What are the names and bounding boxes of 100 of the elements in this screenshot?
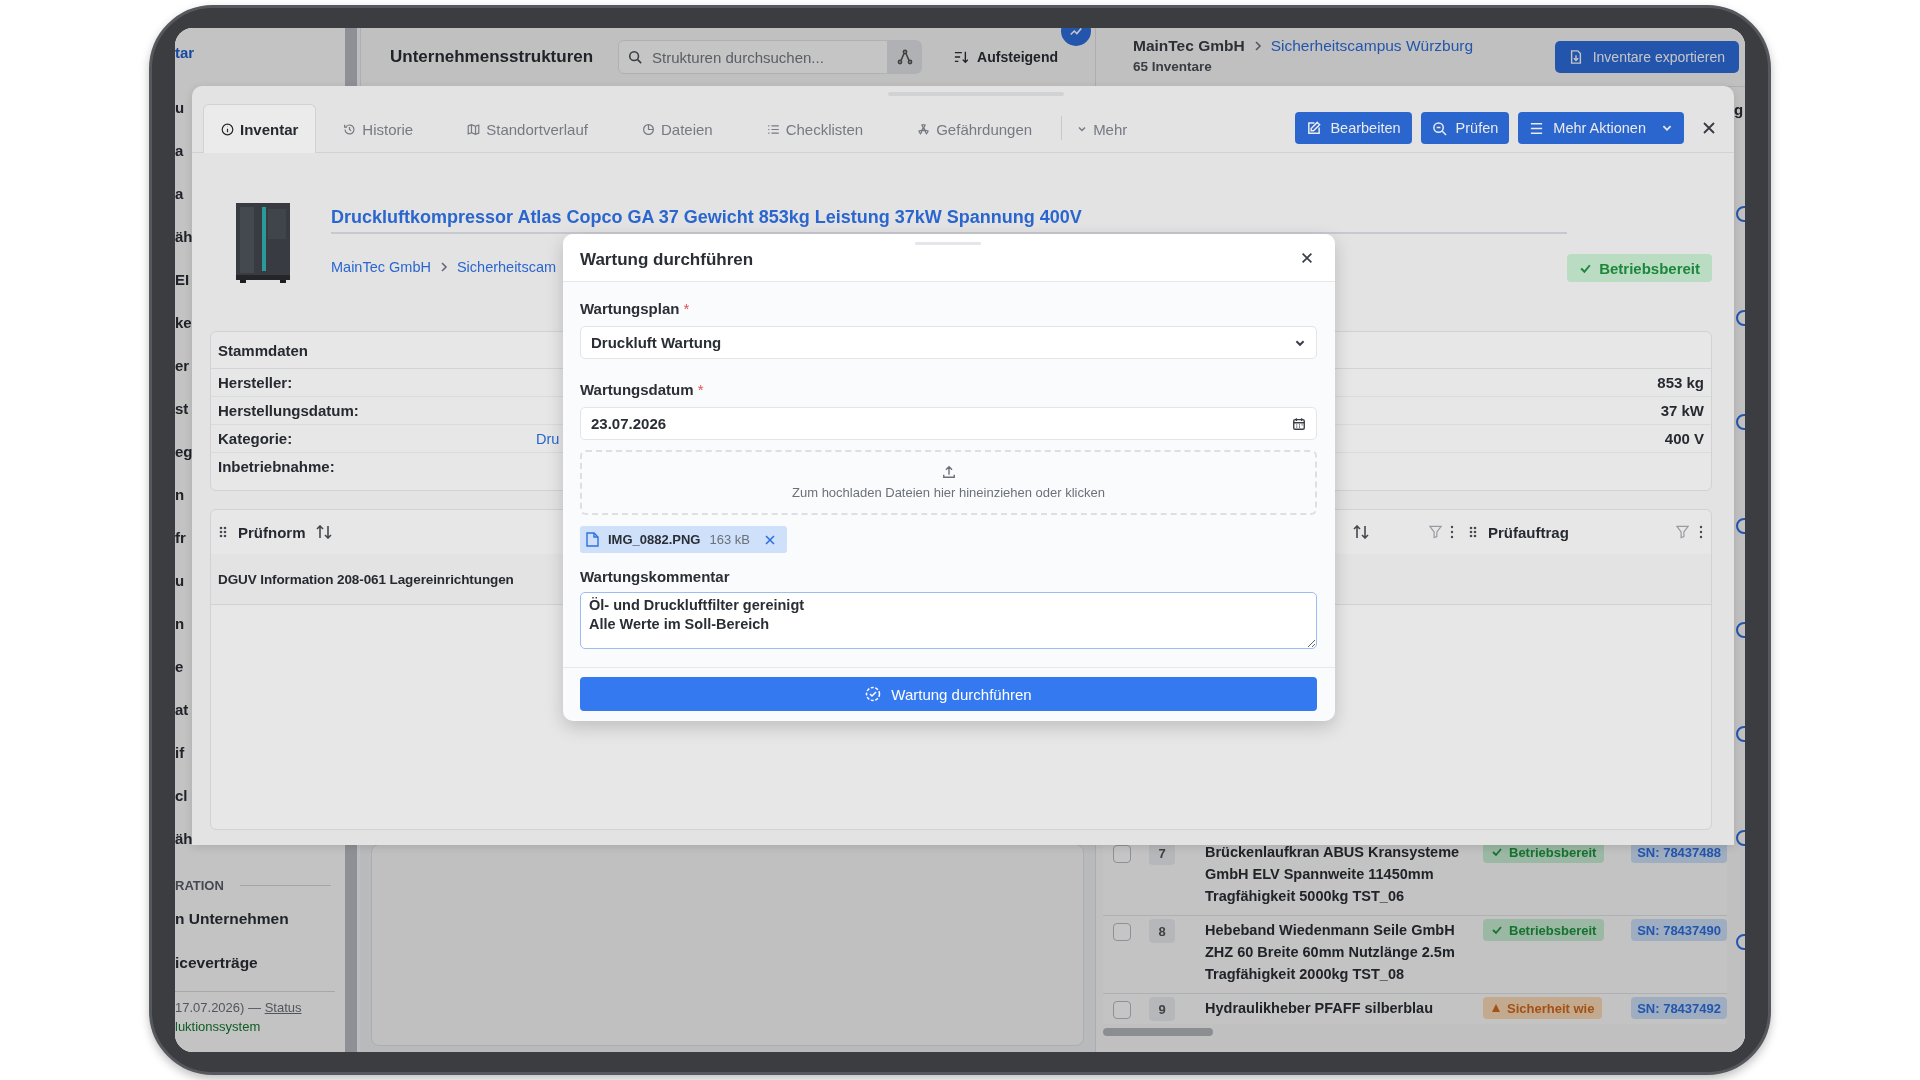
tab[interactable]: Historie: [316, 104, 441, 153]
serial-badge: SN: 78437490: [1631, 919, 1727, 941]
card-title: Stammdaten: [218, 341, 309, 359]
field-value: 400 V: [1664, 430, 1704, 447]
sidebar-item[interactable]: u: [175, 86, 185, 129]
field-value: 37 kW: [1660, 402, 1704, 419]
sidebar-item[interactable]: äh: [175, 215, 193, 258]
section-label: RATION: [175, 877, 224, 893]
date-field[interactable]: 23.07.2026: [580, 407, 1317, 440]
info-icon: [221, 122, 234, 136]
file-name: IMG_0882.PNG: [608, 532, 701, 547]
kebab-icon[interactable]: [1699, 525, 1703, 539]
sidebar-item[interactable]: if: [175, 731, 185, 774]
breadcrumb-link[interactable]: MainTec GmbH: [331, 259, 431, 275]
warning-icon: [1491, 1003, 1501, 1013]
sort-button[interactable]: Aufsteigend: [952, 45, 1060, 69]
row-checkbox[interactable]: [1113, 923, 1131, 941]
pie-icon: [641, 122, 655, 136]
sidebar-item[interactable]: fr: [175, 516, 186, 559]
status-badge: Sicherheit wie: [1483, 997, 1603, 1019]
edit-button[interactable]: Bearbeiten: [1295, 112, 1412, 144]
sidebar-item[interactable]: n: [175, 473, 185, 516]
search-icon: [1431, 120, 1447, 136]
column-heading: g: [1734, 100, 1745, 120]
inventory-name: Brückenlaufkran ABUS Kransysteme GmbH ELV Spannweite 11450mm Tragfähigkeit 5000kg TST_06: [1205, 843, 1461, 906]
file-icon: [1568, 50, 1583, 64]
sort-icon: [954, 50, 969, 64]
file-icon: [586, 532, 599, 547]
upload-icon: [941, 465, 956, 479]
field-label: Kategorie:: [218, 430, 294, 447]
column-header[interactable]: Prüfauftrag: [1488, 523, 1569, 541]
file-size: 163 kB: [709, 532, 750, 547]
search-field[interactable]: Strukturen durchsuchen...: [618, 40, 889, 74]
submit-button[interactable]: Wartung durchführen: [580, 677, 1317, 711]
sidebar-item[interactable]: n: [175, 602, 185, 645]
check-icon: [1491, 924, 1503, 936]
chevron-right-icon: [438, 262, 449, 272]
tab[interactable]: Inventar: [203, 104, 317, 153]
calendar-icon[interactable]: [1292, 416, 1306, 431]
sidebar-item[interactable]: eg: [175, 430, 193, 473]
location-link[interactable]: Sicherheitscampus Würzburg: [1270, 36, 1474, 55]
field-label: Inbetriebnahme:: [218, 458, 336, 475]
sidebar-item[interactable]: ke: [175, 301, 192, 344]
sidebar-item[interactable]: a: [175, 172, 184, 215]
sidebar-link[interactable]: tar: [175, 43, 195, 63]
drag-icon[interactable]: [1468, 525, 1478, 539]
sidebar-item[interactable]: äh: [175, 817, 193, 860]
breadcrumb-link[interactable]: Sicherheitscam: [456, 259, 557, 275]
status-link[interactable]: Status: [264, 1000, 302, 1015]
plan-select[interactable]: Druckluft Wartung: [580, 326, 1317, 359]
field-label: Herstellungsdatum:: [218, 402, 360, 419]
check-circle-icon: [865, 686, 882, 702]
menu-icon: [1529, 120, 1545, 136]
network-icon: [897, 49, 914, 65]
hazard-icon: [917, 122, 931, 136]
close-icon: [1300, 250, 1314, 265]
company-name: MainTec GmbH: [1133, 36, 1245, 55]
sidebar-item[interactable]: e: [175, 645, 184, 688]
field-label: Wartungsdatum *: [580, 380, 704, 400]
more-actions-button[interactable]: Mehr Aktionen: [1518, 112, 1684, 144]
drag-icon[interactable]: [218, 525, 228, 539]
sidebar-item[interactable]: a: [175, 129, 184, 172]
sidebar-item[interactable]: st: [175, 387, 189, 430]
sidebar-item[interactable]: iceverträge: [175, 941, 258, 985]
upload-dropzone[interactable]: Zum hochladen Dateien hier hineinziehen oder klicken: [580, 450, 1317, 515]
close-icon: [1701, 120, 1717, 136]
inventory-name: Hebeband Wiedenmann Seile GmbH ZHZ 60 Breite 60mm Nutzlänge 2.5m Tragfähigkeit 2000kg TST_08: [1205, 921, 1456, 984]
category-link[interactable]: Dru: [536, 431, 560, 447]
comment-field[interactable]: Öl- und Druckluftfilter gereinigt Alle Werte im Soll-Bereich: [580, 592, 1317, 649]
sidebar-item[interactable]: at: [175, 688, 189, 731]
check-icon: [1491, 846, 1503, 858]
field-label: Hersteller:: [218, 374, 294, 391]
list-icon: [766, 122, 780, 136]
sidebar-item[interactable]: er: [175, 344, 190, 387]
field-label: Wartungskommentar: [580, 567, 730, 587]
field-label: Wartungsplan *: [580, 299, 690, 319]
chevron-right-icon: [1252, 40, 1263, 51]
remove-button[interactable]: [763, 532, 777, 547]
scrollbar[interactable]: [1103, 1028, 1213, 1036]
serial-badge: SN: 78437492: [1631, 997, 1727, 1019]
sidebar-item[interactable]: EI: [175, 258, 190, 301]
network-button[interactable]: [888, 40, 923, 74]
version-text: 17.07.2026) —: [175, 1000, 261, 1015]
close-icon: [765, 534, 775, 545]
kebab-icon[interactable]: [1450, 525, 1454, 539]
column-header[interactable]: Prüfnorm: [238, 523, 306, 541]
inspect-button[interactable]: Prüfen: [1420, 112, 1510, 144]
row-number: 9: [1149, 997, 1175, 1021]
sidebar-item[interactable]: n Unternehmen: [175, 897, 289, 941]
row-checkbox[interactable]: [1113, 1001, 1131, 1019]
sort-icon[interactable]: [315, 525, 332, 539]
sort-icon[interactable]: [1353, 525, 1369, 539]
status-badge: Betriebsbereit: [1567, 254, 1712, 282]
sidebar-item[interactable]: cl: [175, 774, 188, 817]
export-button[interactable]: Inventare exportieren: [1554, 41, 1739, 73]
table-row[interactable]: 8 Hebeband Wiedenmann Seile GmbH ZHZ 60 Breite 60mm Nutzlänge 2.5m Tragfähigkeit 2000kg TST_08 Betriebsbereit SN: 78437490: [1103, 916, 1727, 994]
row-checkbox[interactable]: [1113, 845, 1131, 863]
search-icon: [628, 50, 643, 64]
sidebar-item[interactable]: u: [175, 559, 185, 602]
field-value: 853 kg: [1657, 374, 1704, 391]
